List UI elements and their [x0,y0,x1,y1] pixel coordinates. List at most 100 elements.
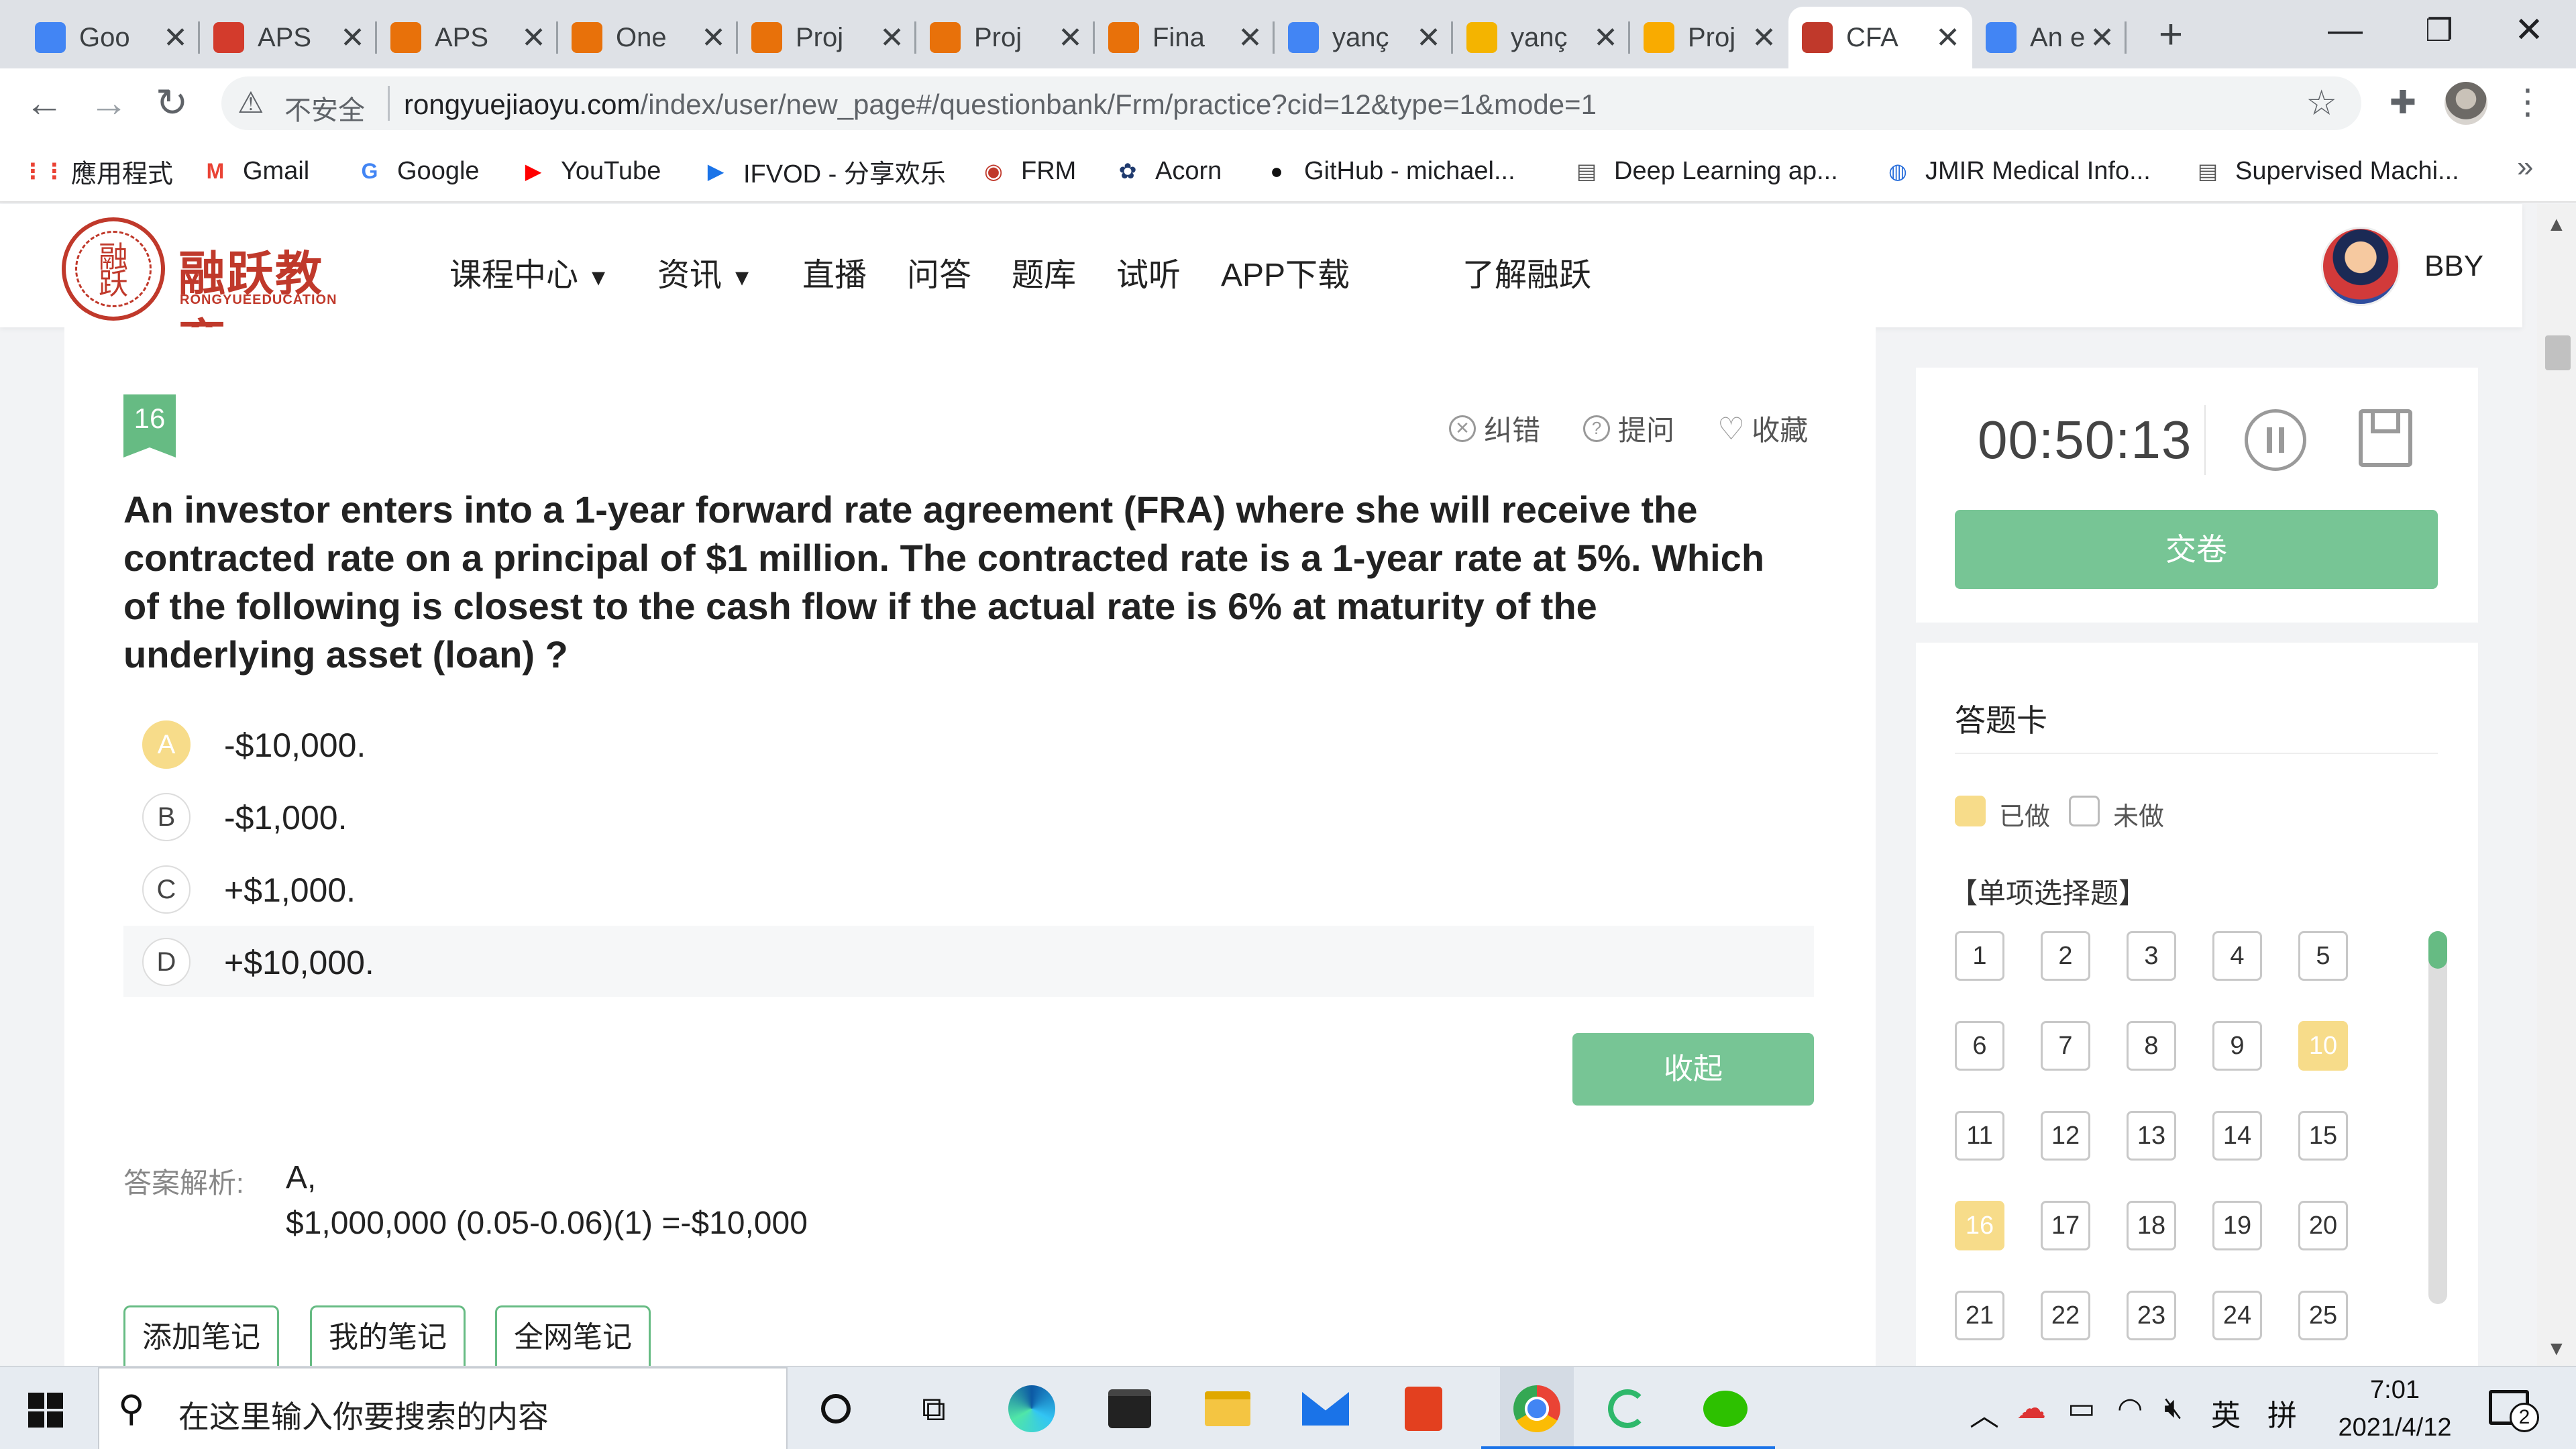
bookmark-item[interactable]: ▤ Deep Learning ap... [1572,154,1838,188]
restore-button[interactable]: ❐ [2392,0,2486,60]
question-number-button[interactable]: 8 [2127,1021,2176,1071]
question-number-button[interactable]: 11 [1955,1111,2004,1161]
option-row[interactable]: B -$1,000. [123,781,1814,852]
collapse-button[interactable]: 收起 [1572,1033,1814,1106]
question-number-button[interactable]: 19 [2212,1201,2262,1250]
browser-tab[interactable]: Fina ✕ [1095,7,1275,68]
browser-tab[interactable]: Proj ✕ [738,7,916,68]
username-label[interactable]: BBY [2424,250,2483,283]
favorite-button[interactable]: ♡ 收藏 [1717,408,1808,449]
my-notes-button[interactable]: 我的笔记 [310,1305,466,1367]
tab-close-icon[interactable]: ✕ [1752,21,1776,55]
omnibox[interactable]: ⚠ 不安全 rongyuejiaoyu.com/index/user/new_p… [221,76,2361,130]
report-error-button[interactable]: ✕ 纠错 [1449,408,1540,449]
pause-icon[interactable] [2245,409,2306,471]
question-number-button[interactable]: 21 [1955,1291,2004,1340]
bookmarks-overflow-button[interactable]: » [2517,150,2533,184]
browser-tab[interactable]: Goo ✕ [21,7,200,68]
tab-close-icon[interactable]: ✕ [1238,21,1263,55]
submit-exam-button[interactable]: 交卷 [1955,510,2438,589]
browser-tab[interactable]: yanç ✕ [1453,7,1630,68]
question-number-button[interactable]: 9 [2212,1021,2262,1071]
windows-start-icon[interactable] [28,1393,63,1428]
tray-expand-icon[interactable]: ︿ [1970,1391,1999,1434]
all-notes-button[interactable]: 全网笔记 [495,1305,651,1367]
browser-tab[interactable]: APS ✕ [200,7,377,68]
window-close-button[interactable]: ✕ [2482,0,2576,60]
question-number-button[interactable]: 17 [2041,1201,2090,1250]
bookmark-item[interactable]: G Google [356,154,480,188]
wechat-icon[interactable] [1699,1382,1752,1436]
nav-item[interactable]: APP下载 [1221,248,1350,295]
cortana-icon[interactable] [809,1382,863,1436]
back-arrow-icon[interactable]: ← [24,83,64,123]
browser-tab[interactable]: Proj ✕ [1630,7,1788,68]
question-number-button[interactable]: 18 [2127,1201,2176,1250]
tab-close-icon[interactable]: ✕ [163,21,188,55]
question-number-button[interactable]: 16 [1955,1201,2004,1250]
profile-avatar[interactable] [2445,82,2487,125]
mail-icon[interactable] [1299,1382,1352,1436]
tab-close-icon[interactable]: ✕ [1593,21,1618,55]
bookmark-item[interactable]: ◉ FRM [979,154,1076,188]
nav-item[interactable]: 试听 [1116,248,1181,295]
option-row[interactable]: C +$1,000. [123,853,1814,924]
edge-icon[interactable] [1005,1382,1059,1436]
question-number-button[interactable]: 7 [2041,1021,2090,1071]
browser-tab[interactable]: An e ✕ [1972,7,2127,68]
sheet-scrollbar-thumb[interactable] [2428,931,2447,969]
reload-icon[interactable]: ↻ [152,83,192,123]
chrome-taskbar-icon[interactable] [1500,1367,1574,1449]
tab-close-icon[interactable]: ✕ [1058,21,1083,55]
minimize-button[interactable]: — [2298,0,2392,60]
office-icon[interactable] [1397,1382,1450,1436]
page-scrollbar[interactable]: ▲ ▼ [2537,204,2576,1366]
url-text[interactable]: rongyuejiaoyu.com/index/user/new_page#/q… [404,89,1597,121]
question-number-button[interactable]: 6 [1955,1021,2004,1071]
action-center-icon[interactable]: 2 [2489,1390,2539,1432]
volume-muted-icon[interactable]: 🔇︎ [2164,1391,2183,1425]
scroll-up-arrow-icon[interactable]: ▲ [2546,213,2567,236]
browser-tab[interactable]: One ✕ [558,7,738,68]
extensions-puzzle-icon[interactable]: ✚ [2383,83,2423,123]
nav-item[interactable]: 资讯 ▾ [657,248,749,295]
tab-close-icon[interactable]: ✕ [340,21,365,55]
chrome-menu-icon[interactable]: ⋮ [2510,82,2545,125]
taskbar-search-box[interactable]: ⚲ 在这里输入你要搜索的内容 [98,1367,788,1449]
site-logo[interactable]: 融跃 融跃教育 RONGYUEEDUCATION [62,217,357,369]
question-number-button[interactable]: 14 [2212,1111,2262,1161]
tab-close-icon[interactable]: ✕ [521,21,546,55]
task-view-icon[interactable]: ⧉ [907,1382,961,1436]
page-scrollbar-thumb[interactable] [2545,335,2571,370]
question-number-button[interactable]: 3 [2127,931,2176,981]
question-number-button[interactable]: 22 [2041,1291,2090,1340]
question-number-button[interactable]: 25 [2298,1291,2348,1340]
save-icon[interactable] [2359,409,2412,467]
nav-item[interactable]: 课程中心 ▾ [449,248,605,295]
question-number-button[interactable]: 2 [2041,931,2090,981]
bookmark-item[interactable]: ▤ Supervised Machi... [2194,154,2459,188]
bookmark-item[interactable]: ▶ YouTube [519,154,661,188]
question-number-button[interactable]: 10 [2298,1021,2348,1071]
question-number-button[interactable]: 20 [2298,1201,2348,1250]
question-number-button[interactable]: 5 [2298,931,2348,981]
browser-tab[interactable]: yanç ✕ [1275,7,1453,68]
add-note-button[interactable]: 添加笔记 [123,1305,279,1367]
question-number-button[interactable]: 1 [1955,931,2004,981]
new-tab-button[interactable]: + [2144,9,2198,63]
clock[interactable]: 7:01 2021/4/12 [2328,1371,2462,1446]
ime-english-label[interactable]: 英 [2211,1391,2241,1434]
wifi-icon[interactable]: ◠ [2117,1391,2143,1426]
browser-tab[interactable]: APS ✕ [377,7,558,68]
question-number-button[interactable]: 4 [2212,931,2262,981]
tab-close-icon[interactable]: ✕ [1416,21,1441,55]
bookmark-item[interactable]: ⋮⋮ 應用程式 [22,154,173,189]
question-number-button[interactable]: 24 [2212,1291,2262,1340]
forward-arrow-icon[interactable]: → [89,83,129,123]
nav-item[interactable]: 题库 [1012,248,1076,295]
ime-pinyin-label[interactable]: 拼 [2267,1391,2297,1434]
nav-item[interactable]: 问答 [907,248,971,295]
question-number-button[interactable]: 12 [2041,1111,2090,1161]
question-number-button[interactable]: 13 [2127,1111,2176,1161]
tab-close-icon[interactable]: ✕ [879,21,904,55]
